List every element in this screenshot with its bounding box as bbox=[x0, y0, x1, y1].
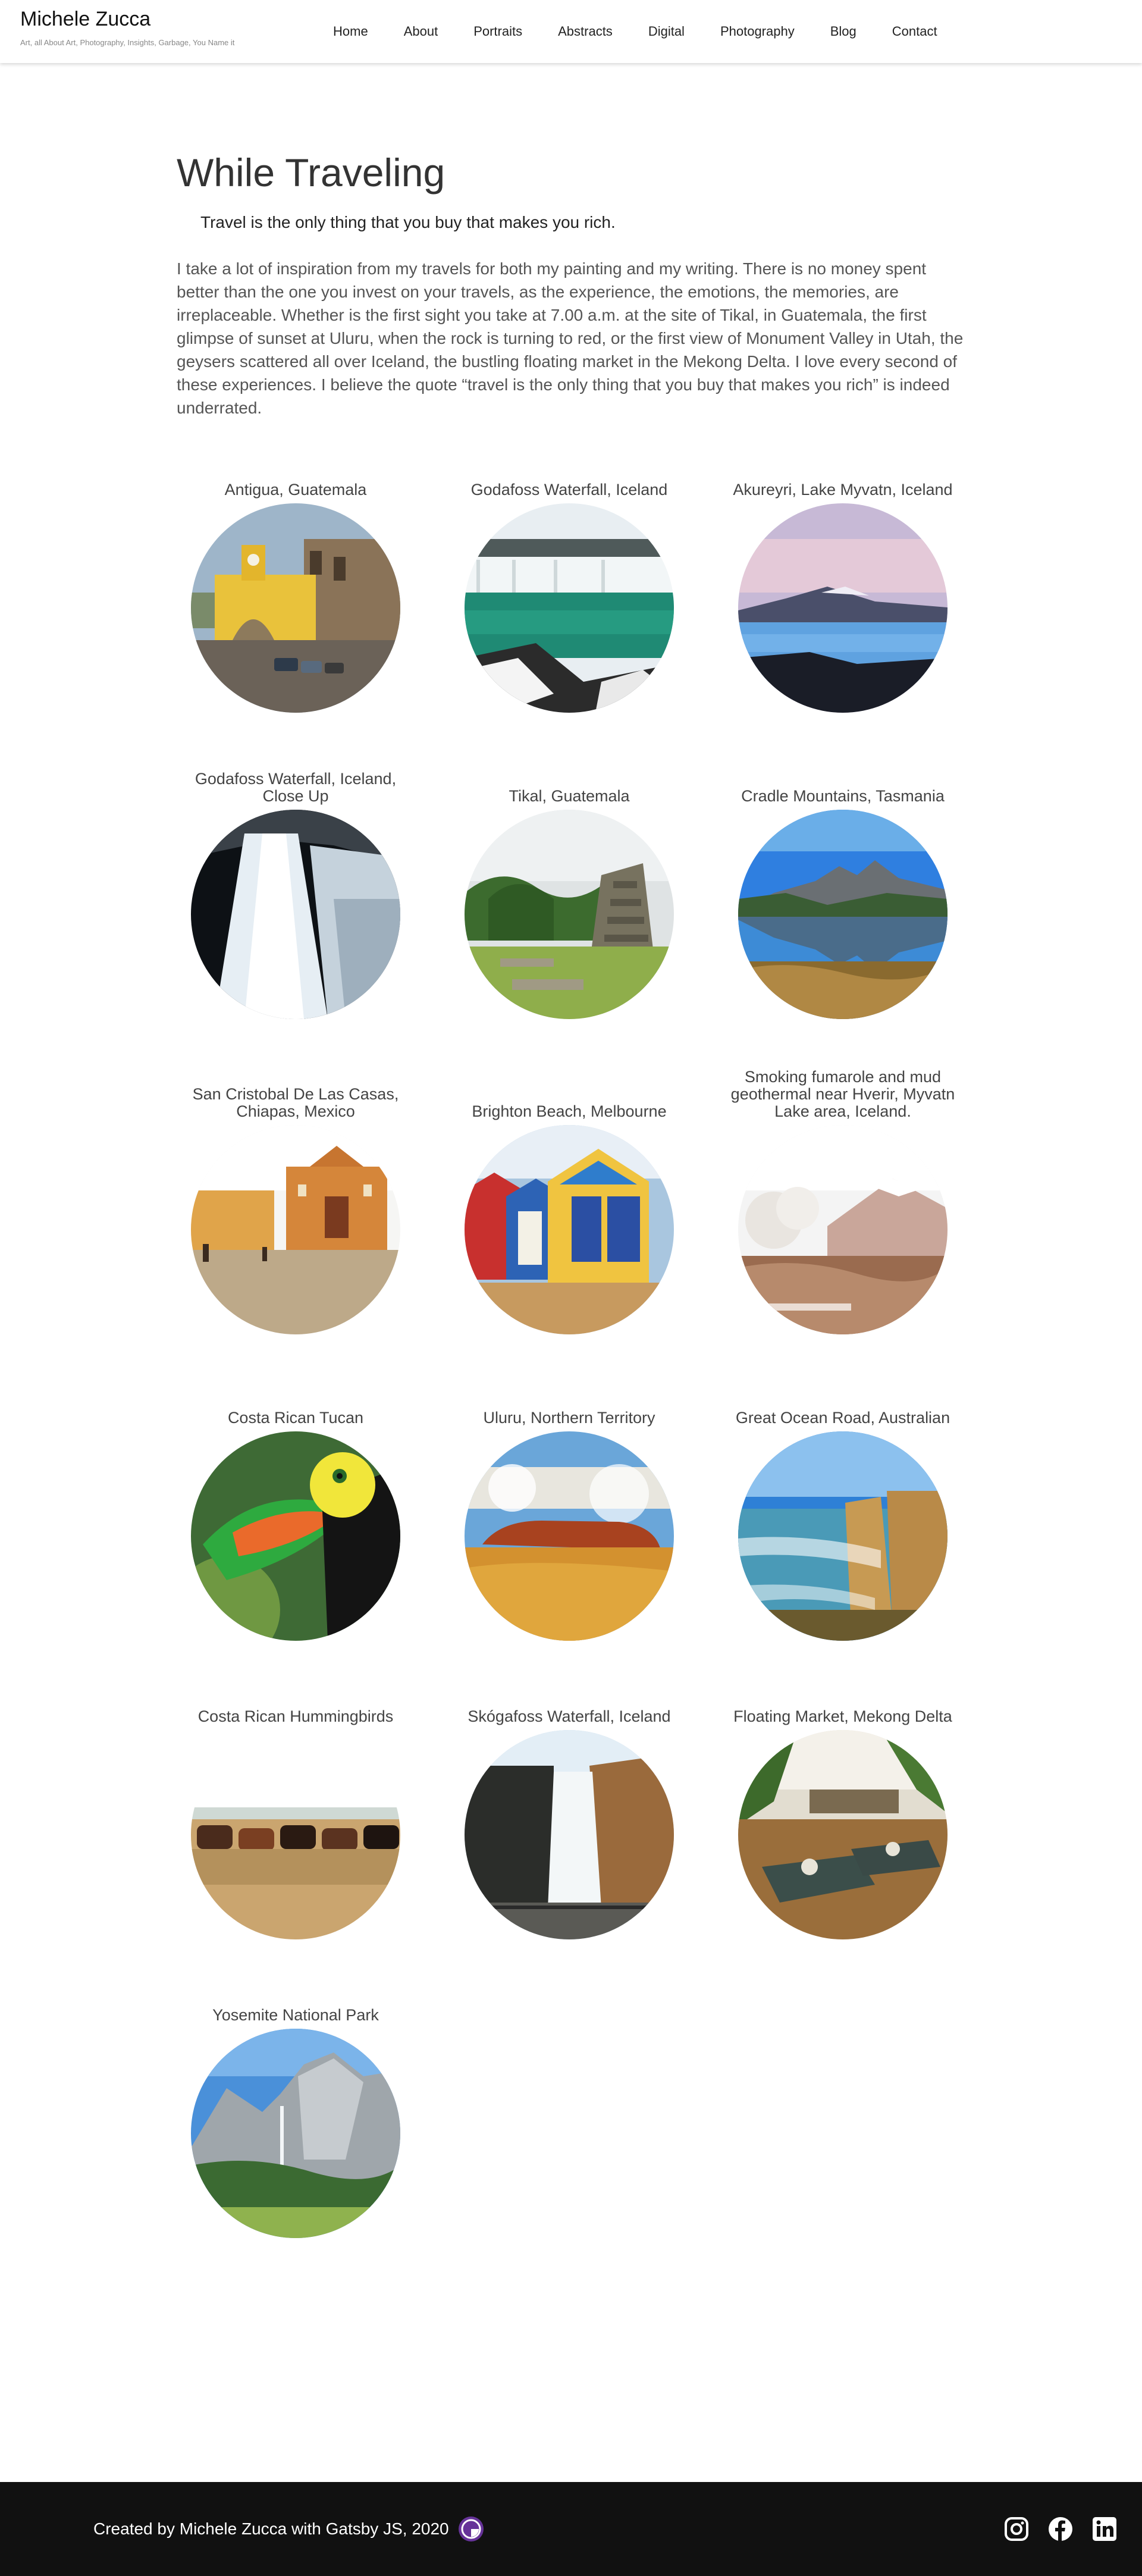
gallery-photo[interactable] bbox=[465, 1125, 674, 1334]
gallery-card[interactable]: Floating Market, Mekong Delta bbox=[724, 1691, 962, 1939]
gallery-photo[interactable] bbox=[738, 1431, 948, 1641]
gallery-photo[interactable] bbox=[738, 810, 948, 1019]
site-header: Michele Zucca Art, all About Art, Photog… bbox=[0, 0, 1142, 63]
gallery-caption: Floating Market, Mekong Delta bbox=[733, 1707, 952, 1725]
gallery-card[interactable]: Godafoss Waterfall, Iceland bbox=[450, 464, 688, 713]
gallery-caption: Tikal, Guatemala bbox=[509, 787, 630, 805]
gallery-photo[interactable] bbox=[191, 1730, 400, 1939]
brand-tagline: Art, all About Art, Photography, Insight… bbox=[20, 38, 235, 47]
gallery-card[interactable]: Akureyri, Lake Myvatn, Iceland bbox=[724, 464, 962, 713]
gallery-caption: Costa Rican Tucan bbox=[227, 1409, 364, 1427]
gallery-photo[interactable] bbox=[465, 810, 674, 1019]
gallery-caption: Brighton Beach, Melbourne bbox=[472, 1102, 667, 1120]
gallery-caption: Yosemite National Park bbox=[212, 2006, 379, 2024]
gallery-caption: Godafoss Waterfall, Iceland, Close Up bbox=[194, 770, 397, 805]
main-content: While Traveling Travel is the only thing… bbox=[177, 149, 968, 419]
gallery-caption: Costa Rican Hummingbirds bbox=[197, 1707, 394, 1725]
gallery-card[interactable]: Uluru, Northern Territory bbox=[450, 1392, 688, 1641]
gallery-photo[interactable] bbox=[191, 810, 400, 1019]
gallery-card[interactable]: Costa Rican Tucan bbox=[177, 1392, 415, 1641]
brand[interactable]: Michele Zucca Art, all About Art, Photog… bbox=[20, 7, 234, 47]
gallery-card[interactable]: Brighton Beach, Melbourne bbox=[450, 1086, 688, 1334]
gallery-card[interactable]: Costa Rican Hummingbirds bbox=[177, 1691, 415, 1939]
facebook-icon[interactable] bbox=[1047, 2515, 1074, 2543]
gallery-card[interactable]: Tikal, Guatemala bbox=[450, 770, 688, 1019]
gallery-card[interactable]: Godafoss Waterfall, Iceland, Close Up bbox=[177, 770, 415, 1019]
nav-digital[interactable]: Digital bbox=[648, 24, 685, 39]
gallery-photo[interactable] bbox=[465, 503, 674, 713]
quote: Travel is the only thing that you buy th… bbox=[200, 213, 616, 231]
gallery-photo[interactable] bbox=[738, 1125, 948, 1334]
site-footer: Created by Michele Zucca with Gatsby JS,… bbox=[0, 2482, 1142, 2576]
gallery-photo[interactable] bbox=[191, 1431, 400, 1641]
nav-photography[interactable]: Photography bbox=[720, 24, 795, 39]
nav-about[interactable]: About bbox=[404, 24, 438, 39]
gallery-caption: Antigua, Guatemala bbox=[224, 481, 367, 499]
nav-contact[interactable]: Contact bbox=[892, 24, 937, 39]
instagram-icon[interactable] bbox=[1003, 2515, 1030, 2543]
gallery-caption: Great Ocean Road, Australian bbox=[735, 1409, 950, 1427]
gallery-card[interactable]: Great Ocean Road, Australian bbox=[724, 1392, 962, 1641]
gatsby-icon[interactable] bbox=[457, 2515, 485, 2543]
gallery-card[interactable]: San Cristobal De Las Casas, Chiapas, Mex… bbox=[177, 1086, 415, 1334]
gallery-caption: Smoking fumarole and mud geothermal near… bbox=[730, 1068, 955, 1120]
footer-credit-text: Created by Michele Zucca with Gatsby JS,… bbox=[93, 2519, 449, 2538]
gallery-photo[interactable] bbox=[465, 1431, 674, 1641]
intro-paragraph: I take a lot of inspiration from my trav… bbox=[177, 259, 964, 417]
nav-abstracts[interactable]: Abstracts bbox=[558, 24, 613, 39]
gallery-caption: Akureyri, Lake Myvatn, Iceland bbox=[733, 481, 953, 499]
nav-portraits[interactable]: Portraits bbox=[473, 24, 522, 39]
gallery-photo[interactable] bbox=[738, 1730, 948, 1939]
nav-blog[interactable]: Blog bbox=[830, 24, 857, 39]
linkedin-icon[interactable] bbox=[1091, 2515, 1118, 2543]
nav-home[interactable]: Home bbox=[333, 24, 368, 39]
page-title: While Traveling bbox=[177, 151, 445, 195]
gallery-photo[interactable] bbox=[738, 503, 948, 713]
gallery-caption: Cradle Mountains, Tasmania bbox=[741, 787, 945, 805]
gallery-photo[interactable] bbox=[191, 1125, 400, 1334]
gallery-photo[interactable] bbox=[465, 1730, 674, 1939]
gallery-caption: Skógafoss Waterfall, Iceland bbox=[468, 1707, 671, 1725]
gallery-card[interactable]: Yosemite National Park bbox=[177, 1989, 415, 2238]
gallery-card[interactable]: Smoking fumarole and mud geothermal near… bbox=[724, 1068, 962, 1334]
footer-credit: Created by Michele Zucca with Gatsby JS,… bbox=[93, 2482, 485, 2576]
gallery-caption: San Cristobal De Las Casas, Chiapas, Mex… bbox=[192, 1085, 399, 1120]
gallery-card[interactable]: Skógafoss Waterfall, Iceland bbox=[450, 1691, 688, 1939]
gallery-card[interactable]: Antigua, Guatemala bbox=[177, 464, 415, 713]
brand-name[interactable]: Michele Zucca bbox=[20, 7, 234, 31]
social-links bbox=[986, 2482, 1118, 2576]
gallery-photo[interactable] bbox=[191, 503, 400, 713]
gallery-caption: Godafoss Waterfall, Iceland bbox=[470, 481, 668, 499]
gallery-card[interactable]: Cradle Mountains, Tasmania bbox=[724, 770, 962, 1019]
gallery-caption: Uluru, Northern Territory bbox=[483, 1409, 655, 1427]
gallery-photo[interactable] bbox=[191, 2029, 400, 2238]
main-nav: Home About Portraits Abstracts Digital P… bbox=[333, 0, 937, 63]
